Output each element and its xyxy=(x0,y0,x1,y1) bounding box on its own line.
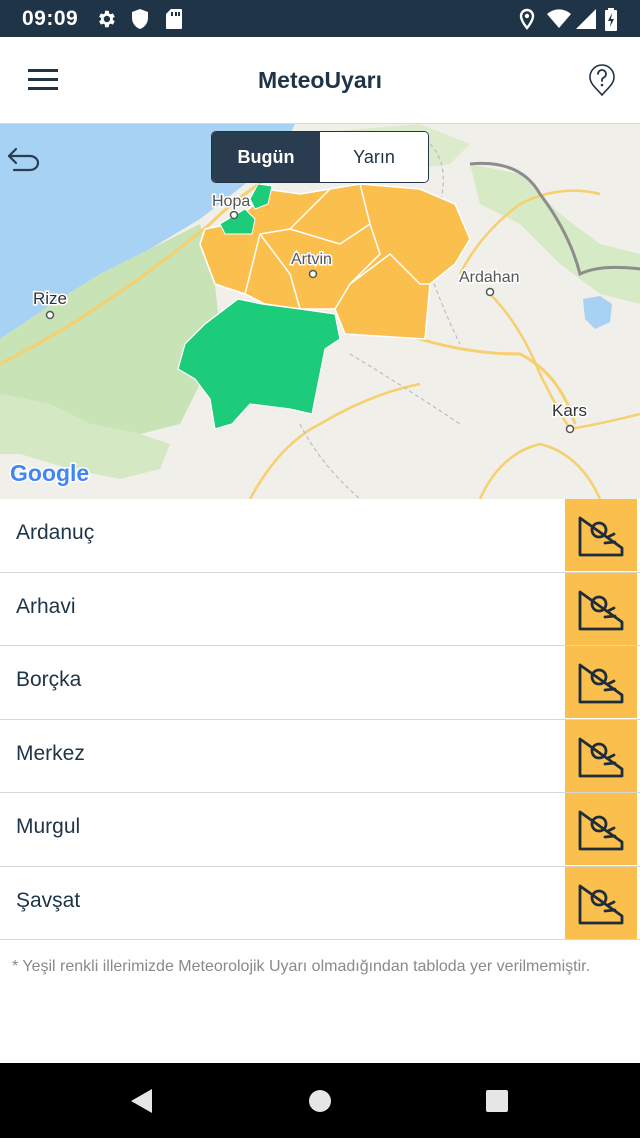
recents-nav-icon[interactable] xyxy=(484,1087,510,1115)
help-icon[interactable] xyxy=(588,63,616,97)
status-time: 09:09 xyxy=(22,7,79,30)
city-label-rize: Rize xyxy=(33,289,67,308)
landslide-warning-icon xyxy=(578,884,624,924)
district-name: Arhavi xyxy=(16,594,76,618)
footnote: * Yeşil renkli illerimizde Meteorolojik … xyxy=(12,958,591,975)
home-nav-icon[interactable] xyxy=(307,1087,333,1115)
warning-badge[interactable] xyxy=(565,793,637,865)
district-row[interactable]: Şavşat xyxy=(0,866,640,940)
district-name: Ardanuç xyxy=(16,521,95,544)
battery-charging-icon xyxy=(605,8,617,31)
city-label-kars: Kars xyxy=(552,401,587,420)
undo-arrow-icon xyxy=(7,147,40,172)
district-row[interactable]: Ardanuç xyxy=(0,499,640,573)
city-marker-hopa xyxy=(229,210,239,220)
city-marker-ardahan xyxy=(485,287,495,297)
district-name: Borçka xyxy=(16,668,82,691)
day-toggle: Bugün Yarın xyxy=(211,131,429,183)
district-name: Murgul xyxy=(16,815,81,838)
tab-today[interactable]: Bugün xyxy=(212,132,320,182)
wifi-icon xyxy=(547,9,571,28)
location-icon xyxy=(519,8,535,30)
sd-card-icon xyxy=(166,9,182,29)
warning-badge[interactable] xyxy=(565,866,637,939)
signal-icon xyxy=(576,9,596,29)
city-label-hopa: Hopa xyxy=(212,193,250,210)
landslide-warning-icon xyxy=(578,590,624,630)
tab-tomorrow[interactable]: Yarın xyxy=(320,132,428,182)
settings-icon xyxy=(99,10,115,28)
district-row[interactable]: Arhavi xyxy=(0,572,640,646)
landslide-warning-icon xyxy=(578,810,624,851)
warning-badge[interactable] xyxy=(565,646,637,718)
district-row[interactable]: Murgul xyxy=(0,793,640,867)
warning-badge[interactable] xyxy=(565,572,637,645)
system-nav-bar xyxy=(0,1063,640,1138)
district-name: Şavşat xyxy=(16,888,81,912)
app-bar: MeteoUyarı xyxy=(0,37,640,124)
back-button[interactable] xyxy=(6,145,42,178)
app-title: MeteoUyarı xyxy=(258,67,382,93)
city-label-ardahan: Ardahan xyxy=(459,269,520,286)
google-logo: Google xyxy=(10,460,89,486)
district-row[interactable]: Merkez xyxy=(0,719,640,793)
back-nav-icon[interactable] xyxy=(128,1087,154,1115)
district-name: Merkez xyxy=(16,741,85,765)
status-bar: 09:09 xyxy=(0,0,640,37)
city-label-artvin: Artvin xyxy=(291,251,332,268)
landslide-warning-icon xyxy=(578,663,624,704)
warning-badge[interactable] xyxy=(565,719,637,792)
city-marker-rize xyxy=(45,310,55,320)
district-list: Ardanuç Arhavi Borçka Merkez Murgul Şavşat xyxy=(0,499,640,940)
landslide-warning-icon xyxy=(578,516,624,557)
district-row[interactable]: Borçka xyxy=(0,646,640,720)
city-marker-kars xyxy=(565,424,575,434)
landslide-warning-icon xyxy=(578,737,624,777)
city-marker-artvin xyxy=(308,269,318,279)
shield-icon xyxy=(132,9,148,29)
warning-badge[interactable] xyxy=(565,499,637,571)
